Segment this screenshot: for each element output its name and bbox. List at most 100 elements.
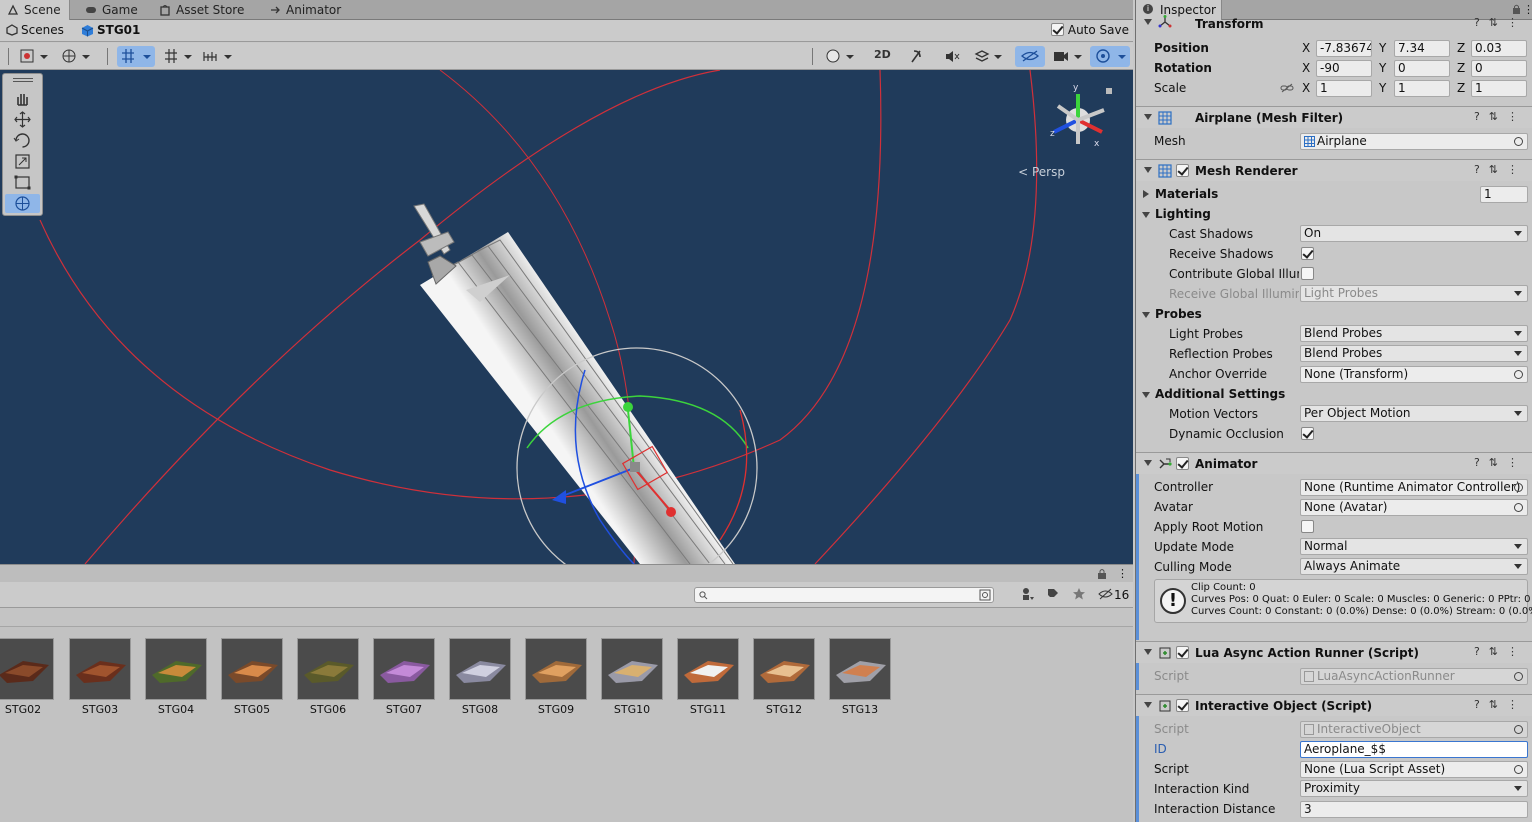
tab-game[interactable]: Game: [78, 0, 148, 20]
animator-component-header[interactable]: Animator ?⇅⋮: [1136, 452, 1532, 474]
component-enabled-checkbox[interactable]: [1176, 699, 1189, 712]
foldout-arrow-icon[interactable]: [1144, 460, 1152, 466]
materials-label[interactable]: Materials: [1155, 187, 1218, 201]
filter-by-type-icon[interactable]: [1021, 587, 1035, 601]
position-x-field[interactable]: -7.83674: [1316, 40, 1372, 57]
foldout-arrow-icon[interactable]: [1144, 649, 1152, 655]
rotation-x-field[interactable]: -90: [1316, 60, 1372, 77]
scale-x-field[interactable]: 1: [1316, 80, 1372, 97]
projection-label[interactable]: < Persp: [1018, 165, 1065, 179]
cast-shadows-dropdown[interactable]: On: [1300, 225, 1528, 242]
breadcrumb-scenes[interactable]: Scenes: [21, 23, 64, 37]
component-actions[interactable]: ?⇅⋮: [1474, 456, 1527, 469]
foldout-arrow-icon[interactable]: [1144, 19, 1152, 25]
contribute-gi-checkbox[interactable]: [1301, 267, 1314, 280]
foldout-arrow-icon[interactable]: [1144, 167, 1152, 173]
foldout-arrow-icon[interactable]: [1142, 312, 1150, 318]
rotate-tool-icon[interactable]: [5, 131, 40, 150]
component-actions[interactable]: ?⇅⋮: [1474, 163, 1527, 176]
anchor-override-field[interactable]: None (Transform): [1300, 366, 1528, 383]
probes-label[interactable]: Probes: [1155, 307, 1202, 321]
controller-field[interactable]: None (Runtime Animator Controller): [1300, 479, 1528, 496]
lua-runner-component-header[interactable]: Lua Async Action Runner (Script) ?⇅⋮: [1136, 641, 1532, 663]
materials-size-field[interactable]: 1: [1480, 186, 1528, 203]
tab-scene[interactable]: Scene: [0, 0, 70, 20]
panel-menu-icon[interactable]: ⋮: [1117, 567, 1128, 580]
reflection-probes-dropdown[interactable]: Blend Probes: [1300, 345, 1528, 362]
tab-animator[interactable]: Animator: [262, 0, 352, 20]
light-probes-dropdown[interactable]: Blend Probes: [1300, 325, 1528, 342]
rotation-z-field[interactable]: 0: [1471, 60, 1527, 77]
id-input[interactable]: Aeroplane_$$: [1300, 741, 1528, 758]
2d-toggle-button[interactable]: 2D: [874, 48, 891, 61]
foldout-arrow-icon[interactable]: [1143, 190, 1149, 198]
mesh-renderer-component-header[interactable]: Mesh Renderer ?⇅⋮: [1136, 159, 1532, 181]
asset-item[interactable]: STG02: [0, 638, 54, 716]
position-z-field[interactable]: 0.03: [1471, 40, 1527, 57]
hidden-packages-icon[interactable]: [1098, 588, 1113, 600]
component-actions[interactable]: ?⇅⋮: [1474, 110, 1527, 123]
constrain-proportions-icon[interactable]: [1280, 83, 1294, 93]
rect-tool-icon[interactable]: [5, 173, 40, 192]
auto-save-checkbox[interactable]: [1051, 23, 1065, 36]
lua-script-field[interactable]: None (Lua Script Asset): [1300, 761, 1528, 778]
orientation-gizmo[interactable]: x z y: [1050, 83, 1105, 149]
foldout-arrow-icon[interactable]: [1142, 212, 1150, 218]
transform-component-header[interactable]: Transform ?⇅⋮: [1136, 14, 1532, 34]
scene-visibility-icon[interactable]: [1015, 46, 1045, 67]
hand-tool-icon[interactable]: [5, 89, 40, 108]
grid-snap-button[interactable]: [117, 46, 155, 67]
move-tool-icon[interactable]: [5, 110, 40, 129]
component-enabled-checkbox[interactable]: [1176, 457, 1189, 470]
asset-item[interactable]: STG11: [677, 638, 739, 716]
culling-mode-dropdown[interactable]: Always Animate: [1300, 558, 1528, 575]
globe-icon[interactable]: [58, 46, 94, 67]
auto-save-toggle[interactable]: Auto Save: [1051, 23, 1129, 37]
shading-mode-button[interactable]: [822, 46, 858, 67]
draw-mode-button[interactable]: [18, 46, 52, 67]
asset-item[interactable]: STG12: [753, 638, 815, 716]
scale-tool-icon[interactable]: [5, 152, 40, 171]
scale-y-field[interactable]: 1: [1394, 80, 1450, 97]
project-search-input[interactable]: [694, 587, 994, 603]
filter-by-label-icon[interactable]: [1046, 587, 1060, 601]
lighting-label[interactable]: Lighting: [1155, 207, 1211, 221]
asset-item[interactable]: STG04: [145, 638, 207, 716]
transform-tool-icon[interactable]: [5, 194, 40, 213]
interactive-object-component-header[interactable]: Interactive Object (Script) ?⇅⋮: [1136, 694, 1532, 716]
favorite-star-icon[interactable]: [1072, 587, 1086, 601]
gizmos-button[interactable]: [1090, 46, 1130, 67]
snap-increment-button[interactable]: [160, 46, 196, 67]
asset-item[interactable]: STG07: [373, 638, 435, 716]
component-enabled-checkbox[interactable]: [1176, 164, 1189, 177]
motion-vectors-dropdown[interactable]: Per Object Motion: [1300, 405, 1528, 422]
mesh-object-field[interactable]: Airplane: [1300, 133, 1528, 150]
lighting-toggle-icon[interactable]: [904, 46, 928, 67]
search-filter-icon[interactable]: [979, 589, 991, 601]
interaction-kind-dropdown[interactable]: Proximity: [1300, 780, 1528, 797]
foldout-arrow-icon[interactable]: [1144, 702, 1152, 708]
asset-item[interactable]: STG09: [525, 638, 587, 716]
asset-item[interactable]: STG03: [69, 638, 131, 716]
asset-item[interactable]: STG06: [297, 638, 359, 716]
mesh-filter-component-header[interactable]: Airplane (Mesh Filter) ?⇅⋮: [1136, 106, 1532, 128]
interaction-distance-field[interactable]: 3: [1300, 801, 1528, 818]
component-enabled-checkbox[interactable]: [1176, 646, 1189, 659]
update-mode-dropdown[interactable]: Normal: [1300, 538, 1528, 555]
asset-item[interactable]: STG05: [221, 638, 283, 716]
apply-root-motion-checkbox[interactable]: [1301, 520, 1314, 533]
audio-mute-icon[interactable]: [940, 46, 964, 67]
dynamic-occlusion-checkbox[interactable]: [1301, 427, 1314, 440]
effects-toggle-icon[interactable]: [970, 46, 1006, 67]
component-actions[interactable]: ?⇅⋮: [1474, 698, 1527, 711]
scale-z-field[interactable]: 1: [1471, 80, 1527, 97]
asset-item[interactable]: STG13: [829, 638, 891, 716]
asset-item[interactable]: STG10: [601, 638, 663, 716]
breadcrumb-current-scene[interactable]: STG01: [97, 23, 140, 37]
lock-icon[interactable]: [1097, 568, 1107, 580]
scene-viewport[interactable]: x z y < Persp: [0, 70, 1133, 564]
increment-snap-icon[interactable]: [200, 46, 236, 67]
tab-asset-store[interactable]: Asset Store: [152, 0, 252, 20]
camera-settings-icon[interactable]: [1050, 46, 1086, 67]
component-actions[interactable]: ?⇅⋮: [1474, 16, 1527, 29]
